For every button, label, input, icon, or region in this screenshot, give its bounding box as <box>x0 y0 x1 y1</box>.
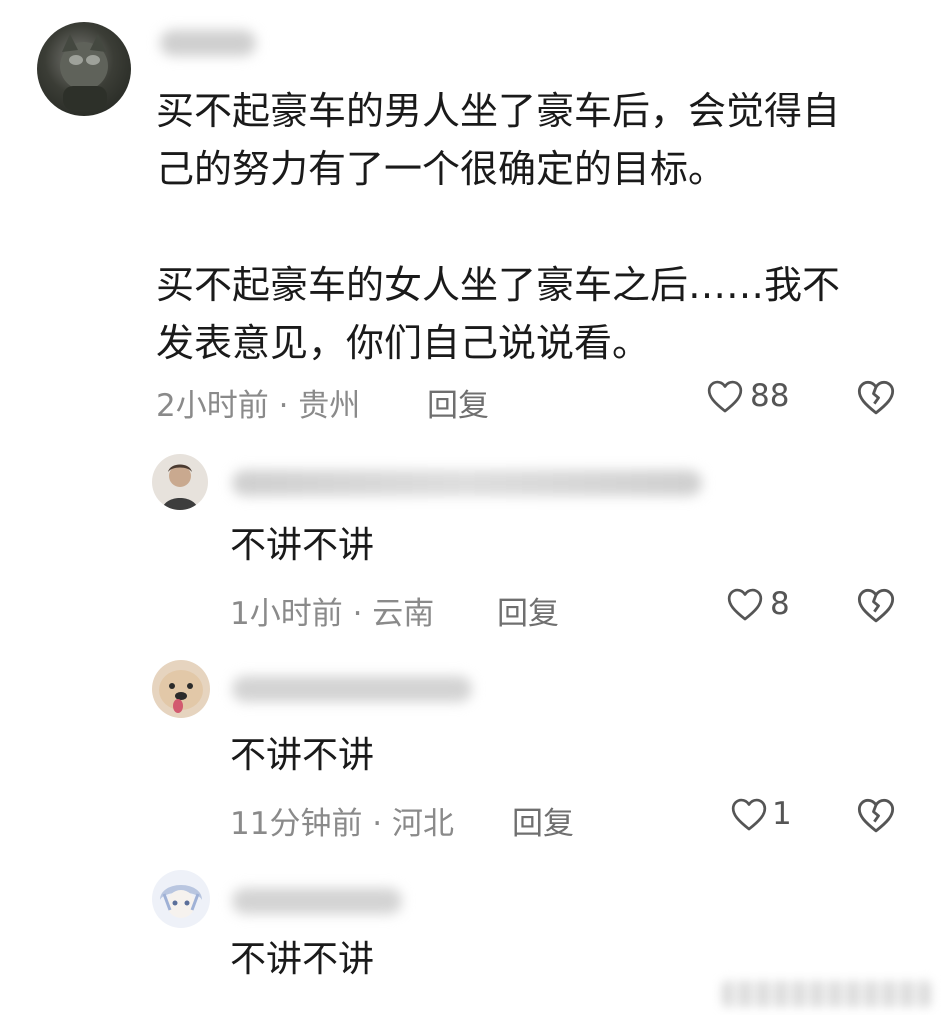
heart-outline-icon <box>731 798 767 831</box>
heart-outline-icon <box>727 588 763 621</box>
username-blurred[interactable] <box>232 676 472 702</box>
heart-outline-icon <box>707 380 743 413</box>
reply-button[interactable]: 回复 <box>512 798 574 843</box>
avatar-image <box>160 885 202 918</box>
comment-meta: 1小时前 · 云南 <box>230 596 435 632</box>
dislike-button[interactable] <box>856 378 896 416</box>
username-blurred[interactable] <box>232 888 402 914</box>
comment-text-line: 买不起豪车的女人坐了豪车之后……我不 <box>156 263 841 307</box>
avatar[interactable] <box>152 660 210 718</box>
reply-text: 不讲不讲 <box>230 939 375 980</box>
like-button[interactable]: 8 <box>726 586 790 622</box>
like-button[interactable]: 1 <box>730 796 792 832</box>
like-count: 8 <box>770 586 790 622</box>
reply-text: 不讲不讲 <box>230 735 375 776</box>
avatar[interactable] <box>152 454 208 510</box>
avatar-image <box>159 670 203 713</box>
avatar-image <box>162 464 198 510</box>
avatar[interactable] <box>37 22 131 116</box>
comment-meta: 2小时前 · 贵州 <box>156 388 361 424</box>
reply-text: 不讲不讲 <box>230 525 375 566</box>
broken-heart-icon <box>857 798 895 833</box>
username-blurred[interactable] <box>232 470 702 496</box>
comment-text-line: 发表意见，你们自己说说看。 <box>156 321 651 365</box>
comment-text-line: 己的努力有了一个很确定的目标。 <box>156 147 727 191</box>
watermark-blurred <box>722 981 932 1007</box>
like-button[interactable]: 88 <box>706 378 789 414</box>
reply-comment: 不讲不讲 11分钟前 · 河北 回复 1 <box>0 650 948 860</box>
username-blurred[interactable] <box>160 30 256 56</box>
reply-button[interactable]: 回复 <box>497 588 559 633</box>
reply-button[interactable]: 回复 <box>427 380 489 425</box>
dislike-button[interactable] <box>856 796 896 834</box>
avatar-image <box>60 34 108 110</box>
main-comment: 买不起豪车的男人坐了豪车后，会觉得自 己的努力有了一个很确定的目标。 买不起豪车… <box>0 0 948 440</box>
avatar[interactable] <box>152 870 210 928</box>
like-count: 88 <box>750 378 790 414</box>
like-count: 1 <box>772 796 792 832</box>
broken-heart-icon <box>857 588 895 623</box>
broken-heart-icon <box>857 380 895 415</box>
dislike-button[interactable] <box>856 586 896 624</box>
comment-meta: 11分钟前 · 河北 <box>230 806 455 842</box>
reply-comment: 不讲不讲 1小时前 · 云南 回复 8 <box>0 440 948 640</box>
comment-text-line: 买不起豪车的男人坐了豪车后，会觉得自 <box>156 89 841 133</box>
